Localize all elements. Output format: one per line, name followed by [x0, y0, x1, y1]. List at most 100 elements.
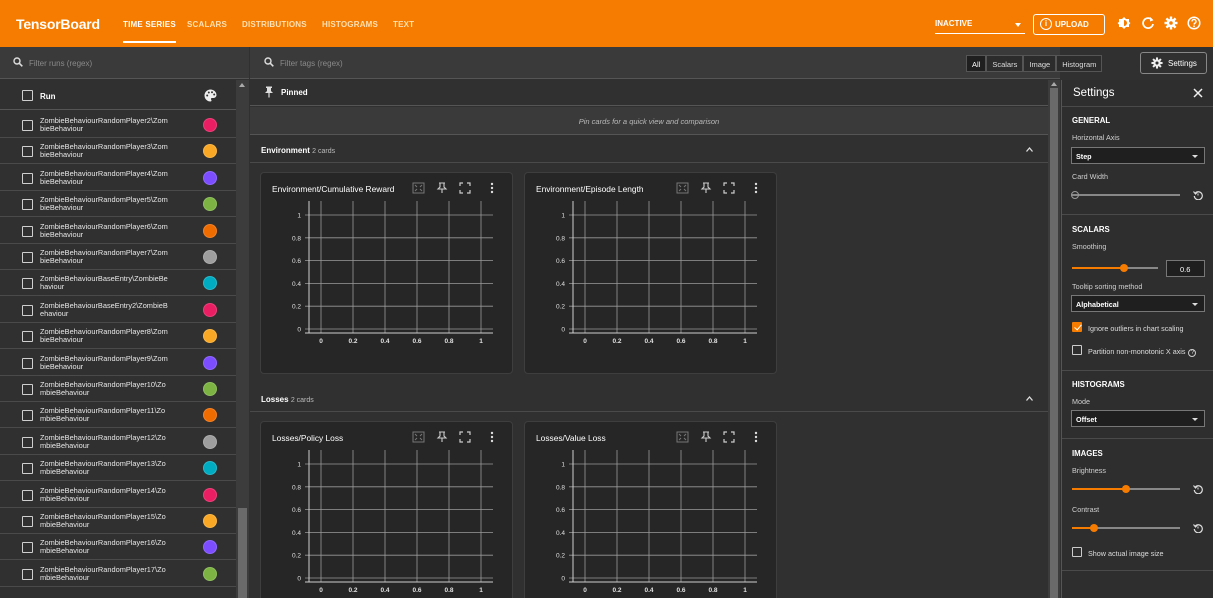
slider-thumb[interactable] — [1119, 264, 1128, 272]
reload-status-select[interactable]: INACTIVE — [935, 14, 1025, 34]
runs-filter[interactable]: Filter runs (regex) — [0, 47, 249, 79]
run-checkbox[interactable] — [22, 278, 33, 290]
run-checkbox[interactable] — [22, 516, 33, 527]
reset-icon[interactable] — [1193, 190, 1203, 200]
run-checkbox[interactable] — [22, 410, 33, 422]
tags-filter-placeholder[interactable]: Filter tags (regex) — [280, 59, 343, 68]
run-row[interactable]: ZombieBehaviourBaseEntry2\ZombieBehaviou… — [0, 297, 236, 323]
line-chart[interactable]: 1 0.8 0.6 0.4 0.2 0 0 0.2 0.4 0.6 0.8 1 — [261, 422, 514, 598]
run-row[interactable]: ZombieBehaviourRandomPlayer16\ZombieBeha… — [0, 534, 236, 561]
brightness-slider[interactable] — [1072, 482, 1180, 496]
run-color-swatch[interactable] — [203, 329, 217, 344]
run-checkbox[interactable] — [22, 252, 33, 263]
checkbox-icon[interactable] — [1072, 345, 1082, 355]
tab-time-series[interactable]: TIME SERIES — [123, 20, 176, 43]
run-checkbox[interactable] — [22, 489, 33, 501]
main-scrollbar-thumb[interactable] — [1050, 88, 1058, 598]
run-color-swatch[interactable] — [203, 197, 217, 212]
close-icon[interactable] — [1193, 88, 1203, 98]
run-color-swatch[interactable] — [203, 250, 217, 264]
run-checkbox[interactable] — [22, 304, 33, 316]
settings-gear-icon[interactable] — [1164, 16, 1178, 30]
line-chart[interactable]: 1 0.8 0.6 0.4 0.2 0 0 0.2 0.4 0.6 0.8 1 — [525, 173, 778, 375]
run-row[interactable]: ZombieBehaviourRandomPlayer5\ZombieBehav… — [0, 191, 236, 218]
tab-distributions[interactable]: DISTRIBUTIONS — [242, 20, 307, 29]
dark-mode-icon[interactable] — [1117, 16, 1131, 30]
run-checkbox[interactable] — [22, 331, 33, 343]
settings-toggle-button[interactable]: Settings — [1140, 52, 1207, 74]
run-color-swatch[interactable] — [203, 144, 217, 159]
line-chart[interactable]: 1 0.8 0.6 0.4 0.2 0 0 0.2 0.4 0.6 0.8 1 — [261, 173, 514, 375]
run-color-swatch[interactable] — [203, 170, 217, 185]
filter-image-button[interactable]: Image — [1023, 55, 1057, 72]
tab-histograms[interactable]: HISTOGRAMS — [322, 20, 378, 29]
filter-histogram-button[interactable]: Histogram — [1056, 55, 1103, 72]
filter-scalars-button[interactable]: Scalars — [986, 55, 1024, 72]
run-row[interactable]: ZombieBehaviourBaseEntry\ZombieBehaviour — [0, 270, 236, 297]
help-icon[interactable]: ? — [1188, 349, 1197, 357]
filter-all-button[interactable]: All — [966, 55, 987, 72]
run-color-swatch[interactable] — [203, 461, 217, 476]
run-row[interactable]: ZombieBehaviourRandomPlayer4\ZombieBehav… — [0, 165, 236, 191]
run-checkbox[interactable] — [22, 225, 33, 237]
run-checkbox[interactable] — [22, 146, 33, 158]
chevron-up-icon[interactable] — [1026, 147, 1033, 152]
run-color-swatch[interactable] — [203, 118, 217, 132]
main-scrollbar[interactable] — [1048, 80, 1060, 598]
run-checkbox[interactable] — [22, 172, 33, 184]
run-row[interactable]: ZombieBehaviourRandomPlayer8\ZombieBehav… — [0, 323, 236, 350]
run-row[interactable]: ZombieBehaviourRandomPlayer15\ZombieBeha… — [0, 508, 236, 534]
reset-icon[interactable] — [1193, 523, 1203, 533]
run-checkbox[interactable] — [22, 568, 33, 580]
help-icon[interactable] — [1187, 16, 1201, 30]
run-row[interactable]: ZombieBehaviourRandomPlayer17\ZombieBeha… — [0, 561, 236, 587]
smoothing-slider[interactable] — [1072, 261, 1158, 275]
select-all-checkbox[interactable] — [22, 90, 33, 101]
tab-text[interactable]: TEXT — [393, 20, 414, 29]
run-row[interactable]: ZombieBehaviourRandomPlayer14\ZombieBeha… — [0, 482, 236, 508]
run-checkbox[interactable] — [22, 120, 33, 131]
run-color-swatch[interactable] — [203, 566, 217, 581]
run-color-swatch[interactable] — [203, 276, 217, 291]
smoothing-input[interactable]: 0.6 — [1166, 260, 1205, 277]
upload-button[interactable]: i UPLOAD — [1033, 14, 1105, 35]
run-color-swatch[interactable] — [203, 382, 217, 396]
reset-icon[interactable] — [1193, 484, 1203, 494]
app-title[interactable]: TensorBoard — [16, 16, 100, 32]
chevron-up-icon[interactable] — [1026, 396, 1033, 401]
slider-thumb[interactable] — [1089, 524, 1098, 532]
run-row[interactable]: ZombieBehaviourRandomPlayer13\ZombieBeha… — [0, 455, 236, 482]
run-row[interactable]: ZombieBehaviourRandomPlayer12\ZombieBeha… — [0, 429, 236, 455]
run-row[interactable]: ZombieBehaviourRandomPlayer9\ZombieBehav… — [0, 350, 236, 376]
horizontal-axis-select[interactable]: Step — [1071, 147, 1205, 164]
run-color-swatch[interactable] — [203, 408, 217, 423]
tab-scalars[interactable]: SCALARS — [187, 20, 227, 29]
run-color-swatch[interactable] — [203, 487, 217, 502]
contrast-slider[interactable] — [1072, 521, 1180, 535]
runs-scrollbar[interactable] — [236, 80, 249, 598]
histogram-mode-select[interactable]: Offset — [1071, 410, 1205, 427]
run-color-swatch[interactable] — [203, 434, 217, 449]
run-checkbox[interactable] — [22, 542, 33, 554]
run-row[interactable]: ZombieBehaviourRandomPlayer7\ZombieBehav… — [0, 244, 236, 270]
run-row[interactable]: ZombieBehaviourRandomPlayer3\ZombieBehav… — [0, 138, 236, 165]
tooltip-sort-select[interactable]: Alphabetical — [1071, 295, 1205, 312]
run-color-swatch[interactable] — [203, 355, 217, 370]
run-color-swatch[interactable] — [203, 540, 217, 555]
run-color-swatch[interactable] — [203, 223, 217, 238]
scroll-up-icon[interactable] — [239, 83, 245, 87]
runs-scrollbar-thumb[interactable] — [238, 508, 247, 598]
run-row[interactable]: ZombieBehaviourRandomPlayer10\ZombieBeha… — [0, 376, 236, 402]
slider-thumb[interactable] — [1122, 485, 1130, 493]
run-color-swatch[interactable] — [203, 302, 217, 317]
checkbox-checked-icon[interactable] — [1072, 322, 1082, 332]
palette-icon[interactable] — [204, 89, 217, 102]
run-checkbox[interactable] — [22, 199, 33, 211]
line-chart[interactable]: 1 0.8 0.6 0.4 0.2 0 0 0.2 0.4 0.6 0.8 1 — [525, 422, 778, 598]
run-checkbox[interactable] — [22, 463, 33, 475]
group-header-losses[interactable]: Losses 2 cards — [250, 385, 1048, 412]
run-row[interactable]: ZombieBehaviourRandomPlayer11\ZombieBeha… — [0, 402, 236, 429]
run-checkbox[interactable] — [22, 384, 33, 395]
run-checkbox[interactable] — [22, 357, 33, 369]
card-width-slider[interactable] — [1071, 188, 1180, 202]
